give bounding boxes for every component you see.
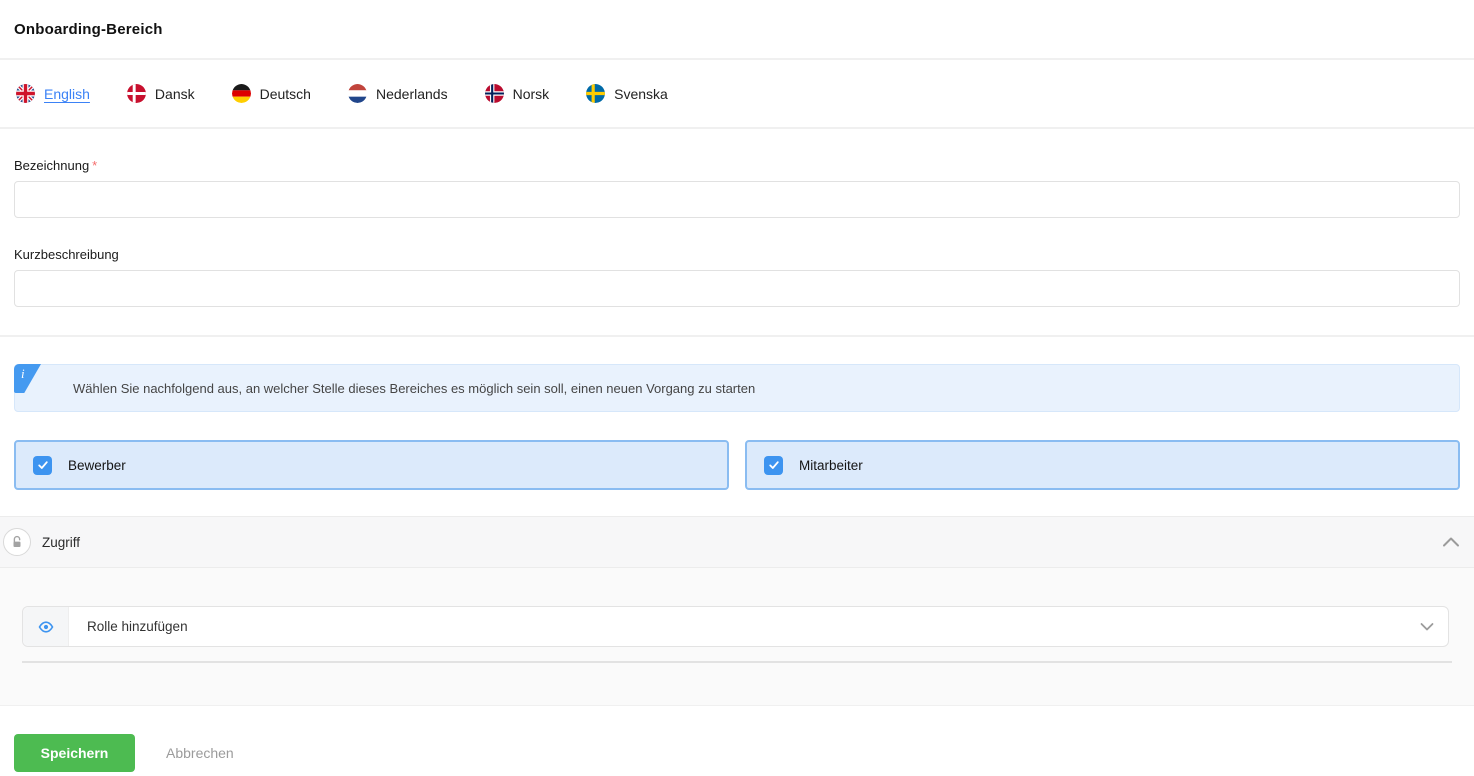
description-input[interactable] [14,270,1460,307]
option-card-mitarbeiter[interactable]: Mitarbeiter [745,440,1460,490]
name-field-label: Bezeichnung * [14,158,1460,173]
info-icon-glyph: i [21,366,25,381]
flag-norway-icon [484,84,504,103]
access-section-header[interactable]: Zugriff [0,516,1474,568]
role-select-placeholder: Rolle hinzufügen [87,619,188,634]
name-field-label-text: Bezeichnung [14,158,90,173]
access-section-body: Rolle hinzufügen [0,568,1474,706]
access-section-title: Zugriff [42,534,81,550]
lock-open-icon [13,535,21,547]
page-header: Onboarding-Bereich [0,0,1474,60]
mitarbeiter-checkbox[interactable] [764,455,783,475]
language-tab-label: Deutsch [259,85,311,102]
role-icon-cell [23,607,69,646]
form-section: Bezeichnung * Kurzbeschreibung [0,158,1474,307]
footer-actions: Speichern Abbrechen [0,734,1474,772]
eye-icon [38,620,53,633]
language-tab-deutsch[interactable]: Deutsch [231,84,311,103]
flag-sweden-icon [586,84,606,103]
language-tab-nederlands[interactable]: Nederlands [347,84,448,103]
description-field-label: Kurzbeschreibung [14,247,119,262]
chevron-down-icon[interactable] [1419,622,1435,632]
language-tab-label: Norsk [512,85,550,102]
option-card-label: Mitarbeiter [799,457,863,473]
save-button[interactable]: Speichern [14,734,135,772]
language-tab-dansk[interactable]: Dansk [126,84,195,103]
section-divider [0,335,1474,337]
language-tab-label: English [44,85,90,102]
language-tabs: English Dansk Deutsch Nederlands Norsk S… [0,60,1474,129]
check-icon [37,461,48,469]
bewerber-checkbox[interactable] [33,455,52,475]
cancel-button[interactable]: Abbrechen [166,745,234,761]
option-card-label: Bewerber [68,457,126,473]
check-icon [768,461,779,469]
start-options: Bewerber Mitarbeiter [14,440,1460,490]
info-banner: i Wählen Sie nachfolgend aus, an welcher… [14,364,1460,412]
role-select-dropdown[interactable]: Rolle hinzufügen [22,606,1449,647]
access-divider [22,661,1452,663]
option-card-bewerber[interactable]: Bewerber [14,440,729,490]
flag-germany-icon [231,84,251,103]
flag-denmark-icon [126,84,146,103]
language-tab-svenska[interactable]: Svenska [586,84,668,103]
required-marker: * [92,158,98,173]
info-icon: i [14,364,41,393]
language-tab-label: Dansk [154,85,195,102]
chevron-up-icon[interactable] [1441,536,1461,548]
name-input[interactable] [14,181,1460,218]
flag-uk-icon [16,84,35,103]
flag-netherlands-icon [347,84,367,103]
language-tab-label: Svenska [614,85,668,102]
lock-circle [3,528,31,556]
info-banner-text: Wählen Sie nachfolgend aus, an welcher S… [73,380,756,396]
language-tab-english[interactable]: English [16,84,90,103]
language-tab-label: Nederlands [375,85,448,102]
page-title: Onboarding-Bereich [14,20,163,38]
language-tab-norsk[interactable]: Norsk [484,84,550,103]
